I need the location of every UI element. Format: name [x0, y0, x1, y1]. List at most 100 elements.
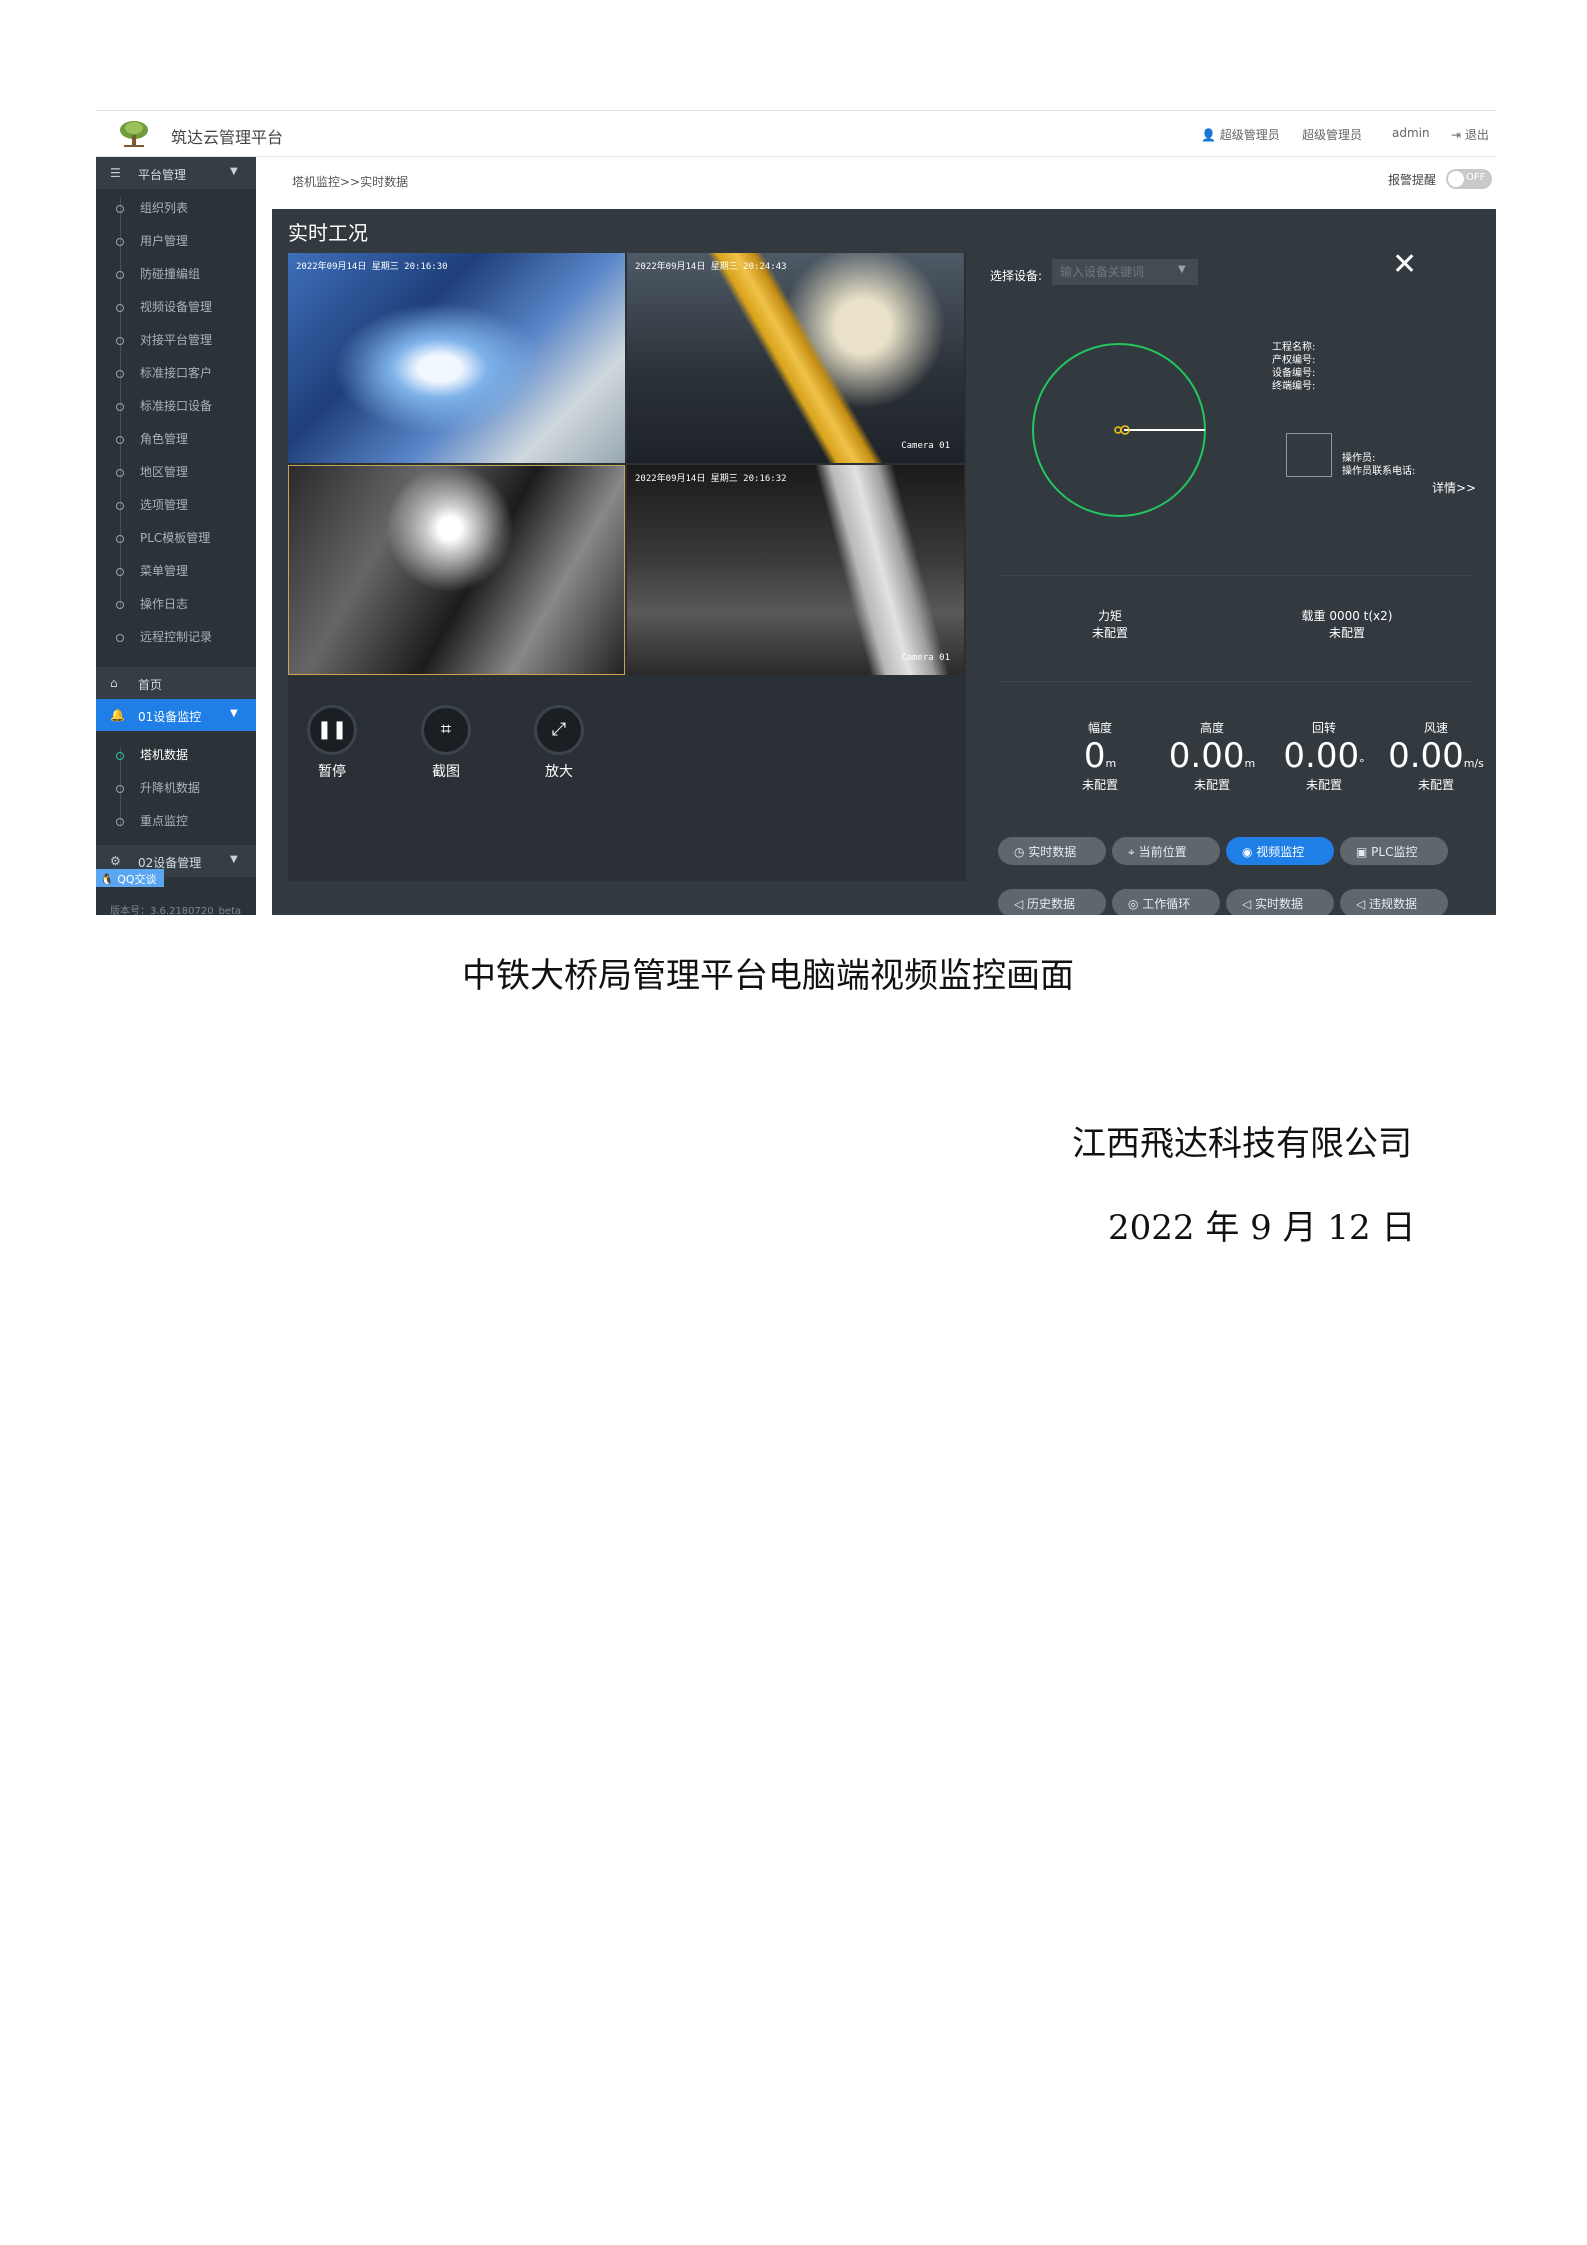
close-icon[interactable]: ✕ [1392, 247, 1417, 282]
sidebar-item[interactable]: 远程控制记录 [96, 621, 256, 651]
sidebar-item[interactable]: 视频设备管理 [96, 291, 256, 321]
bullet-icon [116, 601, 124, 609]
sidebar-item[interactable]: 菜单管理 [96, 555, 256, 585]
height-gauge: 高度 0.00m 未配置 [1162, 719, 1262, 793]
operator-photo [1286, 433, 1332, 477]
gauge-unit: ° [1359, 757, 1365, 770]
tab-work-cycle[interactable]: ◎ 工作循环 [1112, 889, 1220, 915]
bullet-icon [116, 785, 124, 793]
username-link[interactable]: admin [1392, 126, 1430, 140]
camera-feed[interactable]: 2022年09月14日 星期三 20:24:43 Camera 01 [627, 253, 964, 463]
sidebar-item-label: 标准接口设备 [140, 399, 213, 413]
crane-radar [1032, 343, 1206, 517]
tab-realtime-data[interactable]: ◷ 实时数据 [998, 837, 1106, 865]
tab-plc-monitor[interactable]: ▣ PLC监控 [1340, 837, 1448, 865]
user-role-menu[interactable]: 👤 超级管理员 [1201, 126, 1280, 143]
tab-video-monitor[interactable]: ◉ 视频监控 [1226, 837, 1334, 865]
sidebar-item[interactable]: 地区管理 [96, 456, 256, 486]
sidebar-section-platform[interactable]: ☰ 平台管理 ▼ [96, 157, 256, 189]
bullet-icon [116, 469, 124, 477]
camera-feed[interactable]: 2022年09月14日 星期三 20:16:30 [288, 253, 625, 463]
version-label: 版本号：3.6.2180720_beta [110, 906, 242, 915]
gauge-name: 回转 [1311, 721, 1336, 735]
user-role-secondary[interactable]: 超级管理员 [1302, 126, 1362, 143]
sidebar-item-tower-crane[interactable]: 塔机数据 [96, 739, 256, 769]
rotation-gauge: 回转 0.00° 未配置 [1274, 719, 1374, 793]
terminal-no-label: 终端编号: [1272, 381, 1316, 392]
sidebar-item[interactable]: 角色管理 [96, 423, 256, 453]
speaker-icon: ◁ [1014, 897, 1028, 911]
sidebar-item-home[interactable]: ⌂ 首页 [96, 667, 256, 699]
sidebar-item-label: 地区管理 [140, 465, 189, 479]
zoom-button[interactable]: ⤢ 放大 [529, 705, 589, 781]
camera-feed[interactable]: 2022年09月14日 星期三 20:16:32 Camera 01 [627, 465, 964, 675]
bullet-icon [116, 436, 124, 444]
gauge-value: 0.00 [1168, 736, 1245, 776]
cycle-icon: ◎ [1128, 897, 1143, 911]
sidebar-item[interactable]: 选项管理 [96, 489, 256, 519]
alarm-toggle[interactable]: OFF [1446, 169, 1492, 189]
home-icon: ⌂ [110, 676, 118, 690]
metric-status: 未配置 [1328, 626, 1365, 640]
logout-icon: ⇥ [1451, 128, 1462, 142]
tab-label: 工作循环 [1142, 897, 1191, 911]
metric-name: 力矩 [1097, 609, 1122, 623]
detail-link[interactable]: 详情>> [1432, 479, 1476, 496]
pause-button[interactable]: ❚❚ 暂停 [302, 705, 362, 781]
gauge-value: 0.00 [1388, 736, 1464, 776]
camera-icon: ◉ [1242, 845, 1257, 859]
clock-icon: ◷ [1014, 845, 1029, 859]
tab-violation-data[interactable]: ◁ 违规数据 [1340, 889, 1448, 915]
device-select-label: 选择设备: [990, 269, 1043, 283]
sidebar-section-label: 01设备监控 [138, 710, 202, 724]
sidebar-item[interactable]: 防碰撞编组 [96, 258, 256, 288]
bullet-icon [116, 304, 124, 312]
sidebar-item[interactable]: 用户管理 [96, 225, 256, 255]
sidebar-item[interactable]: 组织列表 [96, 192, 256, 222]
camera-timestamp: 2022年09月14日 星期三 20:16:32 [635, 474, 787, 484]
device-search-input[interactable] [1052, 259, 1198, 285]
expand-icon: ⤢ [534, 705, 584, 755]
sidebar-item[interactable]: 操作日志 [96, 588, 256, 618]
sidebar-item-label: 用户管理 [140, 234, 189, 248]
tab-current-location[interactable]: ⌖ 当前位置 [1112, 837, 1220, 865]
camera-feed-selected[interactable] [288, 465, 625, 675]
moment-metric: 力矩 未配置 [1080, 607, 1140, 641]
sidebar-section-label: 平台管理 [138, 168, 187, 182]
sidebar-section-monitor[interactable]: 🔔 01设备监控 ▼ [96, 699, 256, 731]
divider [1000, 681, 1472, 682]
camera-timestamp: 2022年09月14日 星期三 20:24:43 [635, 262, 787, 272]
sidebar-item[interactable]: PLC模板管理 [96, 522, 256, 552]
sliders-icon: ☰ [110, 166, 121, 180]
gauge-status: 未配置 [1305, 778, 1342, 792]
toggle-knob [1448, 171, 1464, 187]
top-bar: 筑达云管理平台 👤 超级管理员 超级管理员 admin ⇥ 退出 [96, 111, 1496, 157]
tab-label: 违规数据 [1369, 897, 1418, 911]
location-icon: ⌖ [1128, 845, 1139, 859]
qq-penguin-icon: 🐧 [100, 873, 114, 886]
sidebar-item-label: 菜单管理 [140, 564, 189, 578]
sidebar-item[interactable]: 标准接口客户 [96, 357, 256, 387]
sidebar-item[interactable]: 升降机数据 [96, 772, 256, 802]
alarm-label: 报警提醒 [1388, 173, 1437, 187]
amplitude-gauge: 幅度 0m 未配置 [1050, 719, 1150, 793]
gauge-status: 未配置 [1081, 778, 1118, 792]
sidebar: ☰ 平台管理 ▼ 组织列表 用户管理 防碰撞编组 视频设备管理 对接平台管理 标… [96, 157, 256, 915]
gauge-status: 未配置 [1417, 778, 1454, 792]
tab-realtime-data-2[interactable]: ◁ 实时数据 [1226, 889, 1334, 915]
sidebar-item[interactable]: 重点监控 [96, 805, 256, 835]
logout-button[interactable]: ⇥ 退出 [1451, 126, 1489, 143]
gauge-unit: m [1105, 757, 1117, 770]
sidebar-item[interactable]: 标准接口设备 [96, 390, 256, 420]
tab-label: PLC监控 [1371, 845, 1418, 859]
divider [1000, 575, 1472, 576]
load-metric: 载重 0000 t(x2) 未配置 [1292, 607, 1402, 641]
sidebar-item[interactable]: 对接平台管理 [96, 324, 256, 354]
snapshot-button[interactable]: ⌗ 截图 [416, 705, 476, 781]
sidebar-item-label: 操作日志 [140, 597, 189, 611]
sidebar-item-label: 塔机数据 [140, 748, 189, 762]
tab-history-data[interactable]: ◁ 历史数据 [998, 889, 1106, 915]
sidebar-home-label: 首页 [138, 678, 163, 692]
qq-chat-button[interactable]: 🐧 QQ交谈 [96, 869, 164, 887]
company-name: 江西飛达科技有限公司 [1072, 1124, 1412, 1164]
